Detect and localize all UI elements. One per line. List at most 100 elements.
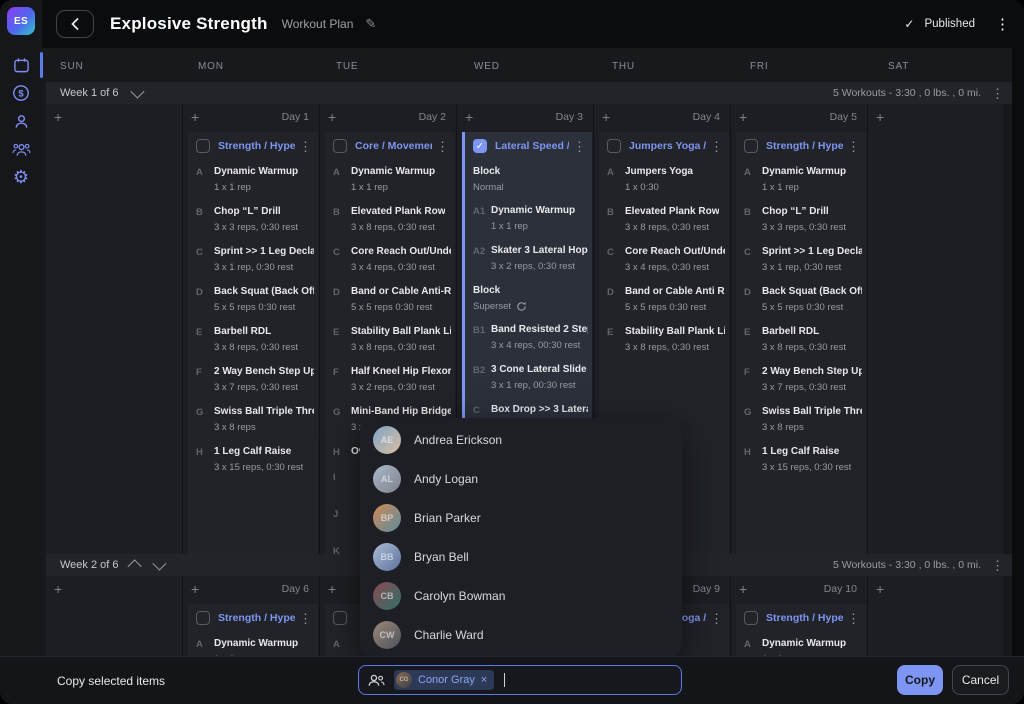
workout-checkbox[interactable] <box>333 611 347 625</box>
week-chevron-up-icon[interactable] <box>127 559 141 573</box>
exercise-row[interactable]: DBack Squat (Back Off Set)5 x 5 reps 0:3… <box>736 279 866 319</box>
add-workout-button[interactable]: + <box>739 109 747 125</box>
exercise-row[interactable]: ADynamic Warmup1 x 1 rep <box>188 159 318 199</box>
exercise-row[interactable]: ADynamic Warmup1 x 1 rep <box>188 631 318 656</box>
workout-menu-icon[interactable]: ⋮ <box>710 140 723 153</box>
exercise-row[interactable]: CCore Reach Out/Under3 x 4 reps, 0:30 re… <box>599 239 729 279</box>
header-menu-icon[interactable]: ⋮ <box>995 17 1010 32</box>
workout-card[interactable]: Strength / Hypertro... ⋮ ADynamic Warmup… <box>736 604 866 656</box>
teams-icon[interactable] <box>0 136 42 162</box>
workout-card[interactable]: Strength / Hypertro... ⋮ ADynamic Warmup… <box>736 132 866 554</box>
exercise-row[interactable]: EBarbell RDL3 x 8 reps, 0:30 rest <box>736 319 866 359</box>
edit-pencil-icon[interactable]: ✎ <box>365 16 376 32</box>
workout-menu-icon[interactable]: ⋮ <box>573 140 586 153</box>
add-workout-button[interactable]: + <box>54 581 62 597</box>
add-workout-button[interactable]: + <box>876 581 884 597</box>
exercise-row[interactable]: DBand or Cable Anti Rotati...5 x 5 reps … <box>599 279 729 319</box>
add-workout-button[interactable]: + <box>328 581 336 597</box>
exercise-row[interactable]: ADynamic Warmup1 x 1 rep <box>325 159 455 199</box>
add-workout-button[interactable]: + <box>739 581 747 597</box>
copy-button[interactable]: Copy <box>897 665 943 695</box>
back-button[interactable] <box>56 10 94 38</box>
week-menu-icon[interactable]: ⋮ <box>991 559 1004 572</box>
workout-card[interactable]: Strength / Hypertro... ⋮ ADynamic Warmup… <box>188 604 318 656</box>
workout-menu-icon[interactable]: ⋮ <box>847 140 860 153</box>
exercise-row[interactable]: B1Band Resisted 2 Step Late...3 x 4 reps… <box>465 317 592 357</box>
app-logo[interactable]: ES <box>7 7 35 35</box>
day-label: Day 6 <box>282 583 309 595</box>
workout-menu-icon[interactable]: ⋮ <box>299 140 312 153</box>
active-nav-indicator <box>40 52 43 78</box>
person-option[interactable]: CB Carolyn Bowman <box>360 576 682 615</box>
remove-person-icon[interactable]: × <box>481 674 487 686</box>
workout-menu-icon[interactable]: ⋮ <box>847 612 860 625</box>
workout-title: Lateral Speed / Plyo <box>495 140 569 152</box>
exercise-row[interactable]: F2 Way Bench Step Up3 x 7 reps, 0:30 res… <box>736 359 866 399</box>
exercise-row[interactable]: B23 Cone Lateral Slide3 x 1 rep, 00:30 r… <box>465 357 592 397</box>
add-workout-button[interactable]: + <box>328 109 336 125</box>
assign-people-input[interactable]: CG Conor Gray × <box>358 665 682 695</box>
workout-checkbox[interactable] <box>196 139 210 153</box>
add-workout-button[interactable]: + <box>191 109 199 125</box>
workout-menu-icon[interactable]: ⋮ <box>299 612 312 625</box>
exercise-row[interactable]: F2 Way Bench Step Up3 x 7 reps, 0:30 res… <box>188 359 318 399</box>
exercise-detail: 5 x 5 reps 0:30 rest <box>762 302 862 313</box>
workout-checkbox[interactable] <box>333 139 347 153</box>
workout-menu-icon[interactable]: ⋮ <box>710 612 723 625</box>
exercise-row[interactable]: DBack Squat (Back Off Set)5 x 5 reps 0:3… <box>188 279 318 319</box>
person-option[interactable]: AE Andrea Erickson <box>360 420 682 459</box>
dow-label: THU <box>598 48 736 82</box>
exercise-row[interactable]: DBand or Cable Anti-Rotati...5 x 5 reps … <box>325 279 455 319</box>
exercise-row[interactable]: CSprint >> 1 Leg Declarations3 x 1 rep, … <box>188 239 318 279</box>
exercise-row[interactable]: BElevated Plank Row3 x 8 reps, 0:30 rest <box>599 199 729 239</box>
week-menu-icon[interactable]: ⋮ <box>991 87 1004 100</box>
add-workout-button[interactable]: + <box>54 109 62 125</box>
selected-person-chip[interactable]: CG Conor Gray × <box>394 670 494 690</box>
week-chevron-down-icon[interactable] <box>152 557 166 571</box>
settings-icon[interactable]: ⚙ <box>0 164 42 190</box>
workout-checkbox[interactable]: ✓ <box>473 139 487 153</box>
person-name: Brian Parker <box>414 511 481 525</box>
exercise-row[interactable]: CCore Reach Out/Under3 x 4 reps, 0:30 re… <box>325 239 455 279</box>
exercise-row[interactable]: BChop “L” Drill3 x 3 reps, 0:30 rest <box>736 199 866 239</box>
person-option[interactable]: BP Brian Parker <box>360 498 682 537</box>
dow-label: SAT <box>874 48 1012 82</box>
exercise-row[interactable]: FHalf Kneel Hip Flexor Rais...3 x 2 reps… <box>325 359 455 399</box>
exercise-row[interactable]: H1 Leg Calf Raise3 x 15 reps, 0:30 rest <box>736 439 866 479</box>
exercise-row[interactable]: A1Dynamic Warmup1 x 1 rep <box>465 198 592 238</box>
add-workout-button[interactable]: + <box>602 109 610 125</box>
workout-menu-icon[interactable]: ⋮ <box>436 140 449 153</box>
exercise-row[interactable]: AJumpers Yoga1 x 0:30 <box>599 159 729 199</box>
add-workout-button[interactable]: + <box>876 109 884 125</box>
person-option[interactable]: CW Charlie Ward <box>360 615 682 654</box>
workout-card[interactable]: Strength / Hypertro... ⋮ ADynamic Warmup… <box>188 132 318 554</box>
person-option[interactable]: BB Bryan Bell <box>360 537 682 576</box>
exercise-row[interactable]: GSwiss Ball Triple Threat3 x 8 reps <box>188 399 318 439</box>
workout-checkbox[interactable] <box>607 139 621 153</box>
workout-checkbox[interactable] <box>744 139 758 153</box>
exercise-detail: 1 x 1 rep <box>762 182 846 193</box>
billing-icon[interactable]: $ <box>0 80 42 106</box>
workout-title: Strength / Hypertro... <box>218 612 295 624</box>
exercise-row[interactable]: EBarbell RDL3 x 8 reps, 0:30 rest <box>188 319 318 359</box>
exercise-row[interactable]: CSprint >> 1 Leg Declarations3 x 1 rep, … <box>736 239 866 279</box>
week-chevron-down-icon[interactable] <box>130 85 144 99</box>
exercise-row[interactable]: ADynamic Warmup1 x 1 rep <box>736 631 866 656</box>
exercise-row[interactable]: BElevated Plank Row3 x 8 reps, 0:30 rest <box>325 199 455 239</box>
exercise-row[interactable]: GSwiss Ball Triple Threat3 x 8 reps <box>736 399 866 439</box>
day-label: Day 2 <box>419 111 446 123</box>
workout-checkbox[interactable] <box>196 611 210 625</box>
exercise-row[interactable]: H1 Leg Calf Raise3 x 15 reps, 0:30 rest <box>188 439 318 479</box>
workout-checkbox[interactable] <box>744 611 758 625</box>
exercise-row[interactable]: A2Skater 3 Lateral Hops >> ...3 x 2 reps… <box>465 238 592 278</box>
athlete-icon[interactable] <box>0 108 42 134</box>
calendar-icon[interactable] <box>0 52 42 78</box>
exercise-row[interactable]: EStability Ball Plank Linear ...3 x 8 re… <box>325 319 455 359</box>
cancel-button[interactable]: Cancel <box>952 665 1009 695</box>
add-workout-button[interactable]: + <box>191 581 199 597</box>
exercise-row[interactable]: BChop “L” Drill3 x 3 reps, 0:30 rest <box>188 199 318 239</box>
add-workout-button[interactable]: + <box>465 109 473 125</box>
exercise-row[interactable]: ADynamic Warmup1 x 1 rep <box>736 159 866 199</box>
exercise-row[interactable]: EStability Ball Plank Linear ...3 x 8 re… <box>599 319 729 359</box>
person-option[interactable]: AL Andy Logan <box>360 459 682 498</box>
